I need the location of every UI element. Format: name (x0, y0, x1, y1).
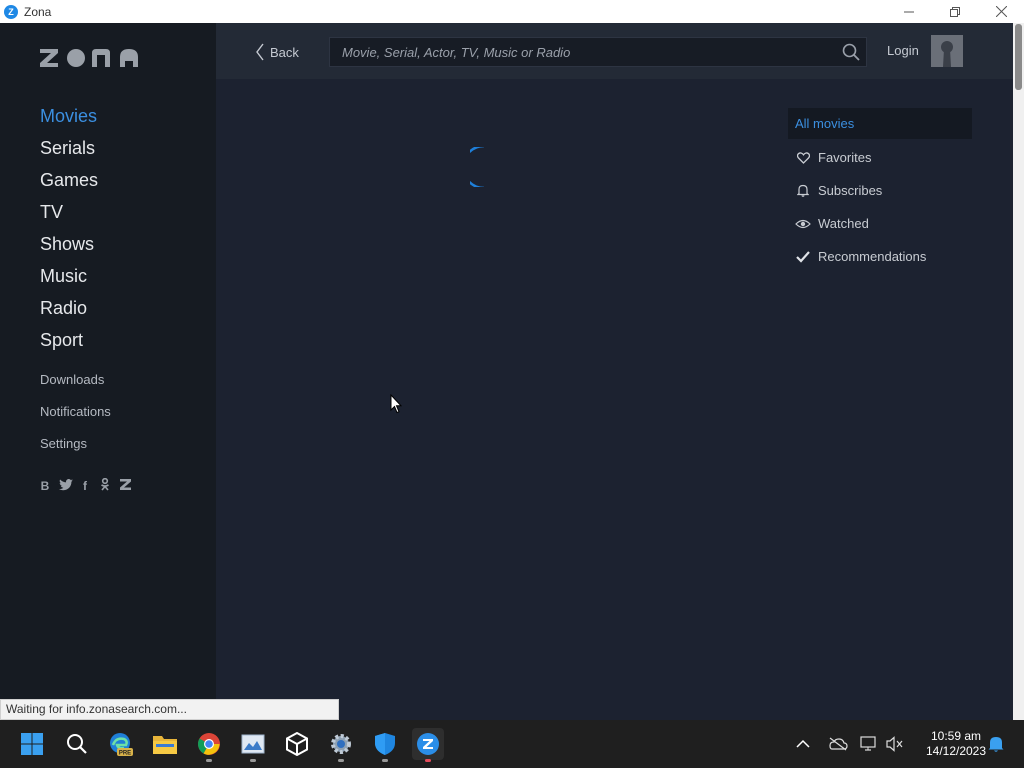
taskbar-clock[interactable]: 10:59 am 14/12/2023 (912, 729, 1000, 759)
filter-label: Favorites (818, 150, 872, 165)
gear-icon (331, 734, 351, 754)
filter-watched[interactable]: Watched (788, 207, 972, 240)
windows-security-button[interactable] (369, 728, 401, 762)
nav-item-serials[interactable]: Serials (40, 137, 98, 169)
settings-button[interactable] (325, 728, 357, 762)
facebook-icon[interactable]: f (79, 479, 91, 493)
running-indicator (250, 759, 256, 762)
login-link[interactable]: Login (887, 43, 919, 58)
windows-icon (21, 733, 43, 755)
movie-filters: All movies Favorites Subscribes Watched … (788, 108, 972, 273)
clock-date: 14/12/2023 (925, 744, 987, 758)
odnoklassniki-icon[interactable] (99, 477, 111, 494)
chrome-button[interactable] (193, 728, 225, 762)
scrollbar-thumb[interactable] (1015, 24, 1022, 90)
photos-button[interactable] (237, 728, 269, 762)
tray-chevron-up-icon[interactable] (796, 720, 810, 768)
status-bar: Waiting for info.zonasearch.com... (0, 699, 339, 720)
volume-muted-icon[interactable] (886, 720, 904, 768)
nav-item-games[interactable]: Games (40, 169, 98, 201)
checkmark-icon (795, 250, 811, 263)
zona-app-icon: Z (4, 4, 18, 19)
vertical-scrollbar[interactable] (1013, 23, 1024, 720)
zona-icon[interactable] (119, 479, 131, 493)
nav-item-music[interactable]: Music (40, 265, 98, 297)
loading-spinner-icon (461, 144, 510, 190)
network-icon[interactable] (860, 720, 878, 768)
running-indicator (425, 759, 431, 762)
running-indicator (382, 759, 388, 762)
clock-time: 10:59 am (930, 729, 982, 743)
close-button[interactable] (978, 0, 1024, 23)
chevron-left-icon (256, 43, 264, 62)
eye-icon (795, 219, 811, 229)
running-indicator (338, 759, 344, 762)
unity-icon (286, 732, 308, 756)
nav-item-radio[interactable]: Radio (40, 297, 98, 329)
minimize-button[interactable] (886, 0, 932, 23)
restore-button[interactable] (932, 0, 978, 23)
shield-icon (375, 733, 395, 755)
nav-item-movies[interactable]: Movies (40, 105, 98, 137)
edge-icon: PRE (110, 733, 133, 757)
back-label: Back (270, 45, 299, 60)
filter-label: Watched (818, 216, 869, 231)
search-icon[interactable] (836, 38, 866, 66)
nav-item-tv[interactable]: TV (40, 201, 98, 233)
filter-recommendations[interactable]: Recommendations (788, 240, 972, 273)
filter-favorites[interactable]: Favorites (788, 141, 972, 174)
title-bar: Z Zona (0, 0, 1024, 23)
folder-icon (153, 736, 177, 754)
nav-item-sport[interactable]: Sport (40, 329, 98, 361)
twitter-icon[interactable] (59, 478, 73, 494)
top-header: Back Login (216, 23, 1013, 79)
nav-item-settings[interactable]: Settings (40, 435, 111, 467)
user-icon (941, 41, 953, 67)
edge-browser-button[interactable]: PRE (105, 728, 137, 760)
file-explorer-button[interactable] (149, 728, 181, 760)
window-controls (886, 0, 1024, 23)
running-indicator (206, 759, 212, 762)
sidebar: Movies Serials Games TV Shows Music Radi… (0, 23, 216, 720)
chrome-icon (198, 733, 220, 755)
search-bar (329, 37, 867, 67)
main-navigation: Movies Serials Games TV Shows Music Radi… (40, 105, 98, 361)
search-input[interactable] (330, 38, 836, 66)
nav-item-notifications[interactable]: Notifications (40, 403, 111, 435)
back-button[interactable]: Back (256, 43, 299, 62)
zona-logo[interactable] (40, 47, 140, 74)
filter-label: All movies (795, 116, 855, 131)
avatar[interactable] (931, 35, 963, 67)
zona-app-icon (417, 733, 439, 755)
filter-subscribes[interactable]: Subscribes (788, 174, 972, 207)
unity-button[interactable] (281, 728, 313, 760)
taskbar: PRE 10:59 am 14/12/2023 (0, 720, 1024, 768)
filter-label: Recommendations (818, 249, 927, 264)
secondary-navigation: Downloads Notifications Settings (40, 371, 111, 467)
mouse-cursor-icon (390, 393, 403, 419)
nav-item-shows[interactable]: Shows (40, 233, 98, 265)
onedrive-offline-icon[interactable] (828, 720, 848, 768)
social-links: B f (39, 477, 131, 494)
heart-icon (795, 151, 811, 164)
image-viewer-icon (241, 734, 265, 754)
vk-icon[interactable]: B (39, 479, 51, 493)
search-icon (67, 734, 87, 754)
start-button[interactable] (16, 728, 48, 760)
nav-item-downloads[interactable]: Downloads (40, 371, 111, 403)
zona-taskbar-button[interactable] (412, 728, 444, 762)
edge-badge: PRE (119, 751, 131, 757)
window-title: Zona (24, 4, 52, 19)
search-taskbar-button[interactable] (61, 728, 93, 760)
filter-label: Subscribes (818, 183, 883, 198)
main-content: All movies Favorites Subscribes Watched … (216, 79, 1013, 720)
filter-all-movies[interactable]: All movies (788, 108, 972, 139)
bell-icon (795, 184, 811, 197)
notification-bell-icon[interactable] (988, 720, 1004, 768)
